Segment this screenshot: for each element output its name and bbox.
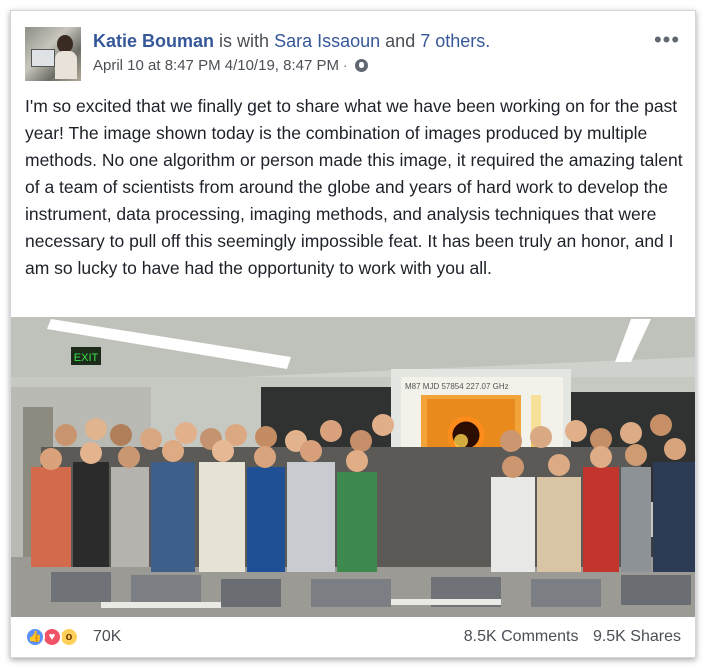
exit-sign-text: EXIT [74,352,99,364]
post-timestamp[interactable]: April 10 at 8:47 PM 4/10/19, 8:47 PM [93,57,339,74]
author-line: Katie Bouman is with Sara Issaoun and 7 … [93,31,490,52]
post-header: Katie Bouman is with Sara Issaoun and 7 … [23,25,683,81]
crowd [31,414,695,572]
shares-count-link[interactable]: 9.5K Shares [593,628,681,645]
screen-caption: M87 MJD 57854 227.07 GHz [405,382,509,391]
post-footer: 👍 ♥ o 70K 8.5K Comments 9.5K Shares [11,617,695,657]
author-avatar[interactable] [25,27,81,81]
avatar-laptop [31,49,55,67]
avatar-body [55,51,77,79]
love-icon[interactable]: ♥ [42,627,62,647]
tagged-person-link[interactable]: Sara Issaoun [274,31,380,51]
globe-icon[interactable] [355,59,369,72]
others-link[interactable]: 7 others. [420,31,490,51]
and-text: and [385,31,416,51]
author-name-link[interactable]: Katie Bouman [93,31,214,51]
group-photo-illustration: EXIT M87 MJD 57854 227.07 GHz [11,317,695,617]
post-meta: April 10 at 8:47 PM 4/10/19, 8:47 PM · [93,57,369,74]
post-body-text: I'm so excited that we finally get to sh… [25,96,683,278]
engagement-counts: 8.5K Comments 9.5K Shares [454,628,681,646]
wow-icon[interactable]: o [59,627,79,647]
post-photo[interactable]: EXIT M87 MJD 57854 227.07 GHz [11,317,695,617]
like-icon[interactable]: 👍 [25,627,45,647]
facebook-post-card: Katie Bouman is with Sara Issaoun and 7 … [10,10,696,658]
with-text: is with [219,31,270,51]
comments-count-link[interactable]: 8.5K Comments [464,628,579,645]
reaction-count[interactable]: 70K [93,628,121,646]
more-options-icon[interactable]: ••• [653,29,681,53]
meta-separator: · [342,57,348,73]
